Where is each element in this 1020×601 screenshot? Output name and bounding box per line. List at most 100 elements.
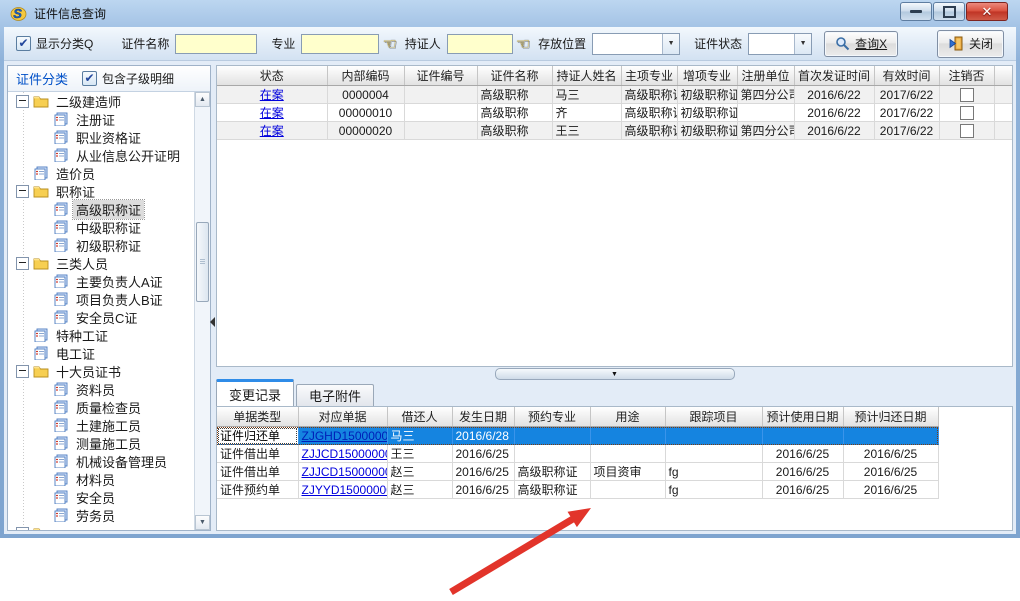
scrollbar-thumb[interactable]: [196, 222, 209, 302]
column-header[interactable]: 借还人: [387, 407, 452, 427]
tree-item[interactable]: 二级建造师: [8, 92, 195, 110]
cell-doc-type[interactable]: 证件借出单: [217, 463, 298, 481]
dropdown-arrow-icon[interactable]: ▼: [794, 34, 811, 54]
cell-internal-code[interactable]: 0000004: [327, 86, 404, 104]
change-record-row[interactable]: 证件借出单 ZJJCD150000002 赵三 2016/6/25 高级职称证 …: [217, 463, 938, 481]
cell-reserved-major[interactable]: 高级职称证: [514, 481, 590, 499]
tree-item[interactable]: 主要负责人A证: [8, 272, 195, 290]
tree-item[interactable]: 项目负责人B证: [8, 290, 195, 308]
column-header[interactable]: 注册单位: [737, 66, 794, 86]
cell-cert-name[interactable]: 高级职称: [477, 122, 552, 140]
change-record-row[interactable]: 证件借出单 ZJJCD150000003 王三 2016/6/25 2016/6…: [217, 445, 938, 463]
cell-date[interactable]: 2016/6/28: [452, 427, 514, 445]
column-header[interactable]: 证件名称: [477, 66, 552, 86]
doc-link[interactable]: ZJJCD150000002: [302, 465, 388, 479]
cell-cancelled[interactable]: [939, 122, 994, 140]
close-form-button[interactable]: 关闭: [937, 30, 1004, 58]
cell-cert-name[interactable]: 高级职称: [477, 86, 552, 104]
status-link[interactable]: 在案: [260, 88, 284, 102]
cell-major[interactable]: 高级职称证: [621, 86, 677, 104]
cell-cert-no[interactable]: [404, 122, 477, 140]
cell-return-date[interactable]: 2016/6/25: [843, 463, 938, 481]
tree-item[interactable]: 劳务员: [8, 506, 195, 524]
maximize-button[interactable]: [933, 2, 965, 21]
tree-item[interactable]: 从业信息公开证明: [8, 146, 195, 164]
column-header[interactable]: 内部编码: [327, 66, 404, 86]
column-header[interactable]: 预计归还日期: [843, 407, 938, 427]
cancelled-checkbox[interactable]: [960, 88, 974, 102]
cell-borrower[interactable]: 赵三: [387, 463, 452, 481]
cell-cancelled[interactable]: [939, 86, 994, 104]
cell-usage[interactable]: 项目资审: [590, 463, 665, 481]
cell-reserved-major[interactable]: 高级职称证: [514, 463, 590, 481]
cell-holder[interactable]: 马三: [552, 86, 621, 104]
cell-use-date[interactable]: [762, 427, 843, 445]
tree-item[interactable]: 中级职称证: [8, 218, 195, 236]
certificate-row[interactable]: 在案 00000010 高级职称 齐 高级职称证 初级职称证 2016/6/22…: [217, 104, 1012, 122]
cell-valid-date[interactable]: 2017/6/22: [874, 104, 939, 122]
cert-status-select[interactable]: ▼: [748, 33, 812, 55]
cell-doc-no[interactable]: ZJGHD150000002: [298, 427, 387, 445]
cell-borrower[interactable]: 赵三: [387, 481, 452, 499]
column-header[interactable]: 用途: [590, 407, 665, 427]
major-input[interactable]: [301, 34, 379, 54]
query-button[interactable]: 查询X: [824, 31, 898, 57]
tree-item[interactable]: 高级职称证: [8, 200, 195, 218]
cell-date[interactable]: 2016/6/25: [452, 481, 514, 499]
cell-unit[interactable]: [737, 104, 794, 122]
column-header[interactable]: 跟踪项目: [665, 407, 762, 427]
cell-status[interactable]: 在案: [217, 122, 327, 140]
column-header[interactable]: 预约专业: [514, 407, 590, 427]
cancelled-checkbox[interactable]: [960, 124, 974, 138]
tree-item[interactable]: 三类人员: [8, 254, 195, 272]
holder-lookup-hand-icon[interactable]: ☜: [516, 34, 530, 53]
cell-extra-major[interactable]: 初级职称证: [677, 86, 737, 104]
collapse-minus-icon[interactable]: [16, 95, 29, 108]
status-link[interactable]: 在案: [260, 124, 284, 138]
collapse-minus-icon[interactable]: [16, 365, 29, 378]
cell-doc-type[interactable]: 证件借出单: [217, 445, 298, 463]
collapse-minus-icon[interactable]: [16, 527, 29, 531]
cert-name-input[interactable]: [175, 34, 257, 54]
tree-item[interactable]: 十大员证书: [8, 362, 195, 380]
cell-extra-major[interactable]: 初级职称证: [677, 104, 737, 122]
column-header[interactable]: 增项专业: [677, 66, 737, 86]
status-link[interactable]: 在案: [260, 106, 284, 120]
holder-input[interactable]: [447, 34, 513, 54]
cell-return-date[interactable]: 2016/6/25: [843, 481, 938, 499]
cell-use-date[interactable]: 2016/6/25: [762, 463, 843, 481]
tab-change-records[interactable]: 变更记录: [216, 379, 294, 406]
cell-first-issue-date[interactable]: 2016/6/22: [794, 104, 874, 122]
cell-usage[interactable]: [590, 445, 665, 463]
collapse-minus-icon[interactable]: [16, 185, 29, 198]
column-header[interactable]: 证件编号: [404, 66, 477, 86]
cell-holder[interactable]: 王三: [552, 122, 621, 140]
column-header[interactable]: 发生日期: [452, 407, 514, 427]
cell-extra-major[interactable]: 初级职称证: [677, 122, 737, 140]
doc-link[interactable]: ZJGHD150000002: [302, 429, 388, 443]
cell-cancelled[interactable]: [939, 104, 994, 122]
major-lookup-hand-icon[interactable]: ☜: [382, 34, 396, 53]
cell-cert-name[interactable]: 高级职称: [477, 104, 552, 122]
cell-holder[interactable]: 齐: [552, 104, 621, 122]
cell-unit[interactable]: 第四分公司: [737, 122, 794, 140]
cell-doc-no[interactable]: ZJJCD150000002: [298, 463, 387, 481]
column-header[interactable]: 状态: [217, 66, 327, 86]
cell-borrower[interactable]: 王三: [387, 445, 452, 463]
vertical-splitter[interactable]: [209, 65, 216, 531]
cell-internal-code[interactable]: 00000010: [327, 104, 404, 122]
cell-doc-no[interactable]: ZJYYD150000003: [298, 481, 387, 499]
column-header[interactable]: 注销否: [939, 66, 994, 86]
cell-reserved-major[interactable]: [514, 445, 590, 463]
cell-project[interactable]: [665, 427, 762, 445]
cell-major[interactable]: 高级职称证: [621, 104, 677, 122]
cell-valid-date[interactable]: 2017/6/22: [874, 122, 939, 140]
tree-item[interactable]: …: [8, 524, 195, 530]
cell-status[interactable]: 在案: [217, 86, 327, 104]
include-children-checkbox[interactable]: ✔: [82, 71, 97, 86]
tree-item[interactable]: 安全员C证: [8, 308, 195, 326]
tree-item[interactable]: 初级职称证: [8, 236, 195, 254]
tree-scrollbar[interactable]: ▲ ▼: [194, 92, 210, 530]
cell-project[interactable]: fg: [665, 463, 762, 481]
cell-doc-no[interactable]: ZJJCD150000003: [298, 445, 387, 463]
